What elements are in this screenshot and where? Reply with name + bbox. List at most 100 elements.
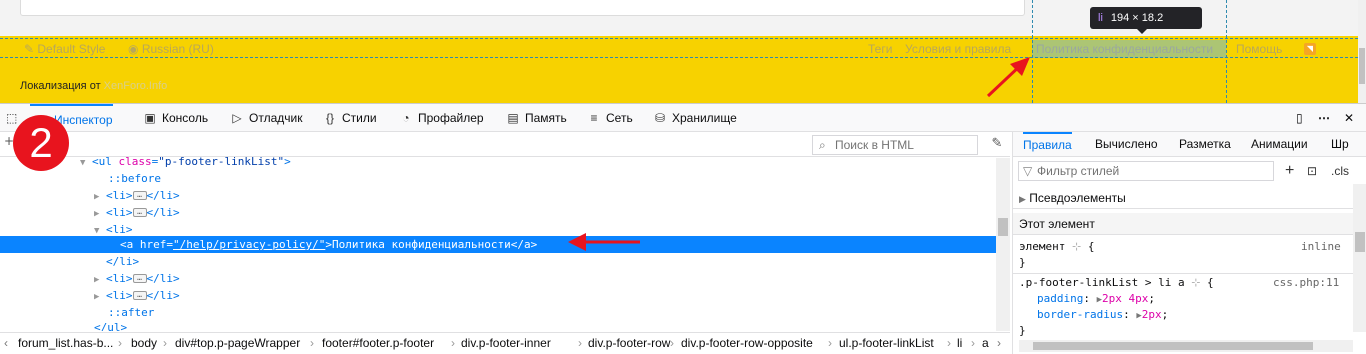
decl-padding[interactable]: padding: ▶2px 4px; <box>1037 291 1155 308</box>
page-scrollbar[interactable] <box>1358 0 1366 103</box>
rule-divider <box>1013 273 1353 274</box>
breadcrumb-item[interactable]: forum_list.has-b... <box>18 333 113 354</box>
breadcrumb-item[interactable]: div#top.p-pageWrapper <box>175 333 300 354</box>
rules-hscrollbar[interactable] <box>1019 340 1353 352</box>
styles-icon: {} <box>325 111 334 125</box>
breadcrumb-separator: › <box>310 336 314 350</box>
footer-link-privacy[interactable]: Политика конфиденциальности <box>1036 42 1213 56</box>
breadcrumb-item[interactable]: ul.p-footer-linkList <box>839 333 934 354</box>
style-chooser-label: Default Style <box>37 42 106 56</box>
rules-hscrollbar-thumb[interactable] <box>1033 342 1313 350</box>
markup-line-li-3[interactable]: ▶ <li>… </li> <box>0 270 996 287</box>
collapsed-ellipsis-icon[interactable]: … <box>132 207 147 217</box>
markup-line-ul[interactable]: ▼ <ul class="p-footer-linkList"> <box>0 153 996 170</box>
breadcrumb-item[interactable]: div.p-footer-row-opposite <box>681 333 813 354</box>
markup-scrollbar-thumb[interactable] <box>998 218 1008 236</box>
breadcrumb-item[interactable]: li <box>957 333 962 354</box>
rules-scrollbar-thumb[interactable] <box>1355 232 1365 252</box>
breadcrumb-separator: › <box>118 336 122 350</box>
page-scrollbar-thumb[interactable] <box>1359 48 1365 84</box>
pseudo-before: ::before <box>108 172 161 185</box>
element-rule[interactable]: элемент ⊹ { <box>1019 239 1094 255</box>
markup-line-selected-anchor[interactable]: <a href="/help/privacy-policy/">Политика… <box>0 236 996 253</box>
breadcrumb-item[interactable]: a <box>982 333 989 354</box>
rule-source-link[interactable]: css.php:11 <box>1273 275 1339 291</box>
element-selector: элемент <box>1019 240 1066 253</box>
content-card <box>20 0 1025 16</box>
breadcrumb-item[interactable]: div.p-footer-row <box>588 333 670 354</box>
decl-border-radius[interactable]: border-radius: ▶2px; <box>1037 307 1168 324</box>
footer-link-rule[interactable]: .p-footer-linkList > li a ⊹ { <box>1019 275 1214 291</box>
tab-network-label: Сеть <box>606 111 633 125</box>
tab-animations[interactable]: Анимации <box>1251 132 1308 157</box>
tooltip-size: 194 × 18.2 <box>1110 12 1164 24</box>
style-chooser-link[interactable]: ✎ Default Style <box>24 42 105 56</box>
rss-icon[interactable]: ◥ <box>1304 43 1316 55</box>
collapsed-ellipsis-icon[interactable]: … <box>132 290 147 300</box>
style-filter-input[interactable]: ▽ Фильтр стилей <box>1018 161 1274 181</box>
breadcrumb-separator: › <box>971 336 975 350</box>
markup-scrollbar[interactable] <box>996 158 1010 331</box>
tab-computed[interactable]: Вычислено <box>1095 132 1158 157</box>
decl-prop: padding <box>1037 292 1084 305</box>
step-number-badge: 2 <box>13 115 69 171</box>
console-icon: ▣ <box>144 111 156 125</box>
breadcrumb-item[interactable]: div.p-footer-inner <box>461 333 551 354</box>
markup-line-li-close[interactable]: </li> <box>0 253 996 270</box>
profiler-icon: ◔ <box>402 111 410 125</box>
language-chooser-link[interactable]: ◉ Russian (RU) <box>128 42 214 56</box>
rules-scrollbar[interactable] <box>1353 184 1366 332</box>
tab-layout[interactable]: Разметка <box>1179 132 1231 157</box>
tab-debugger-label: Отладчик <box>249 111 303 125</box>
more-options-icon[interactable]: ⋯ <box>1318 104 1330 132</box>
print-media-icon[interactable]: ⊡ <box>1307 161 1317 181</box>
expand-arrow-icon: ▶ <box>1019 194 1026 204</box>
markup-line-ul-close[interactable]: </ul> <box>0 319 996 331</box>
collapsed-ellipsis-icon[interactable]: … <box>132 273 147 283</box>
markup-line-li-1[interactable]: ▶ <li>… </li> <box>0 187 996 204</box>
breadcrumb-right-arrow[interactable]: › <box>997 333 1001 354</box>
element-picker-icon[interactable]: ⬚ <box>6 104 17 132</box>
close-icon[interactable]: ✕ <box>1344 104 1354 132</box>
filter-icon: ▽ <box>1023 164 1033 178</box>
tooltip-tag: li <box>1098 12 1103 24</box>
search-html-input[interactable]: ⌕ Поиск в HTML <box>812 135 978 155</box>
tab-console[interactable]: ▣ Консоль <box>142 104 208 132</box>
markup-line-li-2[interactable]: ▶ <li>… </li> <box>0 204 996 221</box>
footer-link-help[interactable]: Помощь <box>1236 42 1282 56</box>
storage-icon: ⛁ <box>654 111 666 125</box>
tab-storage[interactable]: ⛁ Хранилище <box>652 104 737 132</box>
breadcrumb-item[interactable]: body <box>131 333 157 354</box>
breadcrumb-separator: › <box>947 336 951 350</box>
cls-toggle-button[interactable]: .cls <box>1331 161 1349 181</box>
breadcrumb-item[interactable]: footer#footer.p-footer <box>322 333 434 354</box>
tab-styles[interactable]: {} Стили <box>322 104 377 132</box>
collapsed-ellipsis-icon[interactable]: … <box>132 190 147 200</box>
this-element-label: Этот элемент <box>1019 217 1095 231</box>
devtools-panel: ⬚ ▭Инспектор ▣Консоль ▷Отладчик {}Стили … <box>0 103 1366 354</box>
devtools-toolbar: ⬚ ▭Инспектор ▣Консоль ▷Отладчик {}Стили … <box>0 104 1366 132</box>
tab-storage-label: Хранилище <box>672 111 737 125</box>
tab-profiler[interactable]: ◔ Профайлер <box>398 104 483 132</box>
tab-fonts[interactable]: Шр <box>1331 132 1349 157</box>
dock-icon[interactable]: ▯ <box>1296 104 1303 132</box>
footer-link-tags[interactable]: Теги <box>868 42 892 56</box>
breadcrumb-left-arrow[interactable]: ‹ <box>4 333 8 354</box>
tab-network[interactable]: ≡ Сеть <box>586 104 633 132</box>
decl-prop: border-radius <box>1037 308 1124 321</box>
markup-line-li-4[interactable]: ▶ <li>… </li> <box>0 287 996 304</box>
breadcrumb-separator: › <box>451 336 455 350</box>
footer-link-terms[interactable]: Условия и правила <box>905 42 1011 56</box>
eyedropper-icon[interactable]: ✎ <box>988 134 1006 154</box>
decl-value: 2px 4px <box>1102 292 1149 305</box>
pseudo-elements-section[interactable]: ▶ Псевдоэлементы <box>1013 187 1353 209</box>
tab-memory[interactable]: ▤ Память <box>505 104 566 132</box>
localization-credit: Локализация от XenForo.Info <box>20 80 167 92</box>
tab-debugger[interactable]: ▷ Отладчик <box>229 104 302 132</box>
add-rule-icon[interactable]: + <box>1285 161 1294 181</box>
markup-line-before[interactable]: ::before <box>0 170 996 187</box>
this-element-header: Этот элемент <box>1013 213 1353 235</box>
tab-rules[interactable]: Правила <box>1023 132 1072 157</box>
guide-line-bottom <box>0 57 1358 58</box>
localization-link[interactable]: XenForo.Info <box>104 80 168 92</box>
